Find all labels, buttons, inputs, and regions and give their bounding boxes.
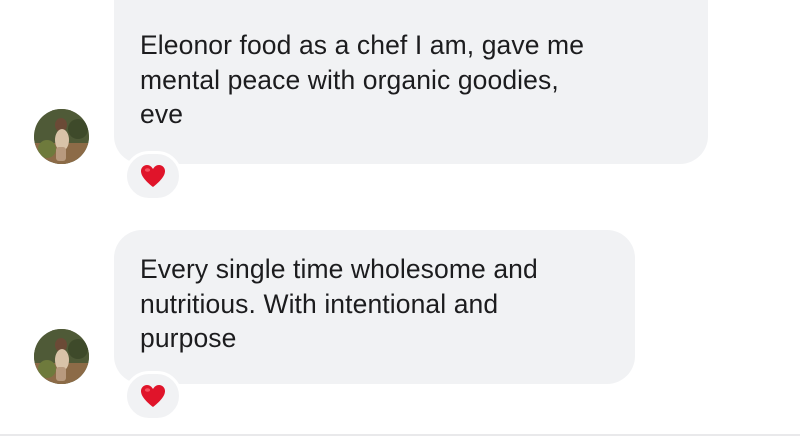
message-text: Eleonor food as a chef I am, gave me men… — [140, 30, 585, 129]
message-bubble[interactable]: Eleonor food as a chef I am, gave me men… — [114, 0, 708, 164]
message-text: Every single time wholesome and nutritio… — [140, 254, 538, 353]
sender-avatar[interactable] — [34, 329, 89, 384]
avatar-photo — [34, 109, 89, 164]
red-heart-icon — [141, 165, 165, 187]
reaction-badge[interactable] — [124, 151, 182, 201]
message-thread: Eleonor food as a chef I am, gave me men… — [0, 0, 800, 436]
message-bubble[interactable]: Every single time wholesome and nutritio… — [114, 230, 635, 384]
red-heart-icon — [141, 385, 165, 407]
sender-avatar[interactable] — [34, 109, 89, 164]
incoming-message: Eleonor food as a chef I am, gave me men… — [0, 0, 800, 210]
incoming-message: Every single time wholesome and nutritio… — [0, 230, 800, 436]
reaction-badge[interactable] — [124, 371, 182, 421]
avatar-photo — [34, 329, 89, 384]
